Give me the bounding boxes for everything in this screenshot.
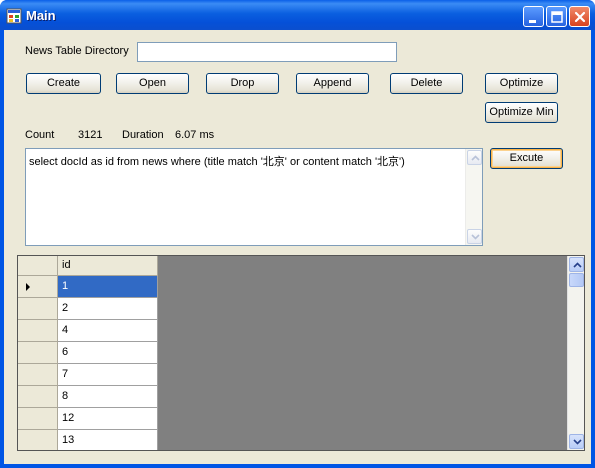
table-row[interactable]: 4 — [18, 320, 158, 342]
column-header-id[interactable]: id — [58, 256, 158, 276]
row-header[interactable] — [18, 298, 58, 320]
grid-corner-header[interactable] — [18, 256, 58, 276]
optimize-min-button[interactable]: Optimize Min — [485, 102, 558, 123]
drop-button[interactable]: Drop — [206, 73, 279, 94]
grid-cell[interactable]: 13 — [58, 430, 158, 450]
query-scrollbar[interactable] — [465, 149, 482, 245]
row-header[interactable] — [18, 364, 58, 386]
grid-scrollbar[interactable] — [567, 256, 584, 450]
create-button[interactable]: Create — [26, 73, 101, 94]
delete-button[interactable]: Delete — [390, 73, 463, 94]
grid-scroll-up-button[interactable] — [569, 257, 584, 272]
table-row[interactable]: 1 — [18, 276, 158, 298]
table-row[interactable]: 8 — [18, 386, 158, 408]
maximize-icon — [551, 11, 563, 23]
grid-cell[interactable]: 4 — [58, 320, 158, 342]
close-button[interactable] — [569, 6, 590, 27]
chevron-up-icon — [573, 262, 582, 268]
grid-cell[interactable]: 1 — [58, 276, 158, 298]
results-grid[interactable]: id 1 2 4 6 7 8 12 13 — [17, 255, 585, 451]
table-row[interactable]: 13 — [18, 430, 158, 450]
grid-cell[interactable]: 7 — [58, 364, 158, 386]
grid-cell[interactable]: 12 — [58, 408, 158, 430]
table-row[interactable]: 7 — [18, 364, 158, 386]
row-header[interactable] — [18, 320, 58, 342]
grid-scroll-down-button[interactable] — [569, 434, 584, 449]
append-button[interactable]: Append — [296, 73, 369, 94]
chevron-down-icon — [471, 234, 480, 240]
title-bar[interactable]: Main — [0, 0, 595, 30]
duration-value: 6.07 ms — [175, 129, 215, 141]
count-label: Count — [25, 129, 55, 141]
minimize-icon — [529, 20, 536, 23]
directory-label: News Table Directory — [25, 45, 129, 57]
table-row[interactable]: 12 — [18, 408, 158, 430]
row-header[interactable] — [18, 342, 58, 364]
query-textarea[interactable]: select docId as id from news where (titl… — [25, 148, 483, 246]
chevron-up-icon — [471, 155, 480, 161]
grid-cell[interactable]: 2 — [58, 298, 158, 320]
open-button[interactable]: Open — [116, 73, 189, 94]
query-text: select docId as id from news where (titl… — [29, 156, 405, 168]
main-window: Main News Table Directory Create Open Dr… — [0, 0, 595, 468]
app-icon — [6, 8, 22, 24]
count-value: 3121 — [78, 129, 103, 141]
directory-input[interactable] — [137, 42, 397, 62]
form-client-area: News Table Directory Create Open Drop Ap… — [4, 30, 591, 464]
maximize-button[interactable] — [546, 6, 567, 27]
scroll-down-button[interactable] — [467, 229, 482, 244]
current-row-arrow-icon — [26, 283, 30, 291]
optimize-button[interactable]: Optimize — [485, 73, 558, 94]
row-header[interactable] — [18, 276, 58, 298]
table-row[interactable]: 6 — [18, 342, 158, 364]
grid-cell[interactable]: 8 — [58, 386, 158, 408]
row-header[interactable] — [18, 386, 58, 408]
table-row[interactable]: 2 — [18, 298, 158, 320]
execute-button[interactable]: Excute — [490, 148, 563, 169]
grid-cell[interactable]: 6 — [58, 342, 158, 364]
grid-scroll-thumb[interactable] — [569, 273, 584, 287]
row-header[interactable] — [18, 430, 58, 450]
window-title: Main — [26, 8, 56, 23]
scroll-up-button[interactable] — [467, 150, 482, 165]
row-header[interactable] — [18, 408, 58, 430]
minimize-button[interactable] — [523, 6, 544, 27]
duration-label: Duration — [122, 129, 164, 141]
chevron-down-icon — [573, 439, 582, 445]
close-icon — [574, 11, 586, 23]
